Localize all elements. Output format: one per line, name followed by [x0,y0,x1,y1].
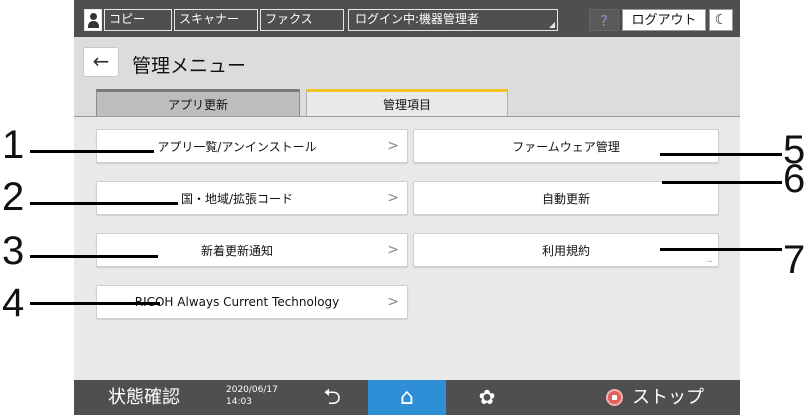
tab-scanner[interactable]: スキャナー [174,9,258,31]
callout-7: 7 [783,238,806,282]
home-icon[interactable]: ⌂ [368,380,446,415]
bottom-bar: 状態確認 2020/06/17 14:03 ⮌ ⌂ ✿ ストップ [74,380,740,415]
page-header: ← 管理メニュー [74,37,740,79]
callout-4: 4 [2,281,25,325]
tab-app-update[interactable]: アプリ更新 [96,89,300,116]
callout-line-3 [30,255,158,258]
stop-icon[interactable] [606,389,623,406]
menu-label: 国・地域/拡張コード [180,191,294,206]
help-icon[interactable]: ? [589,9,619,31]
stop-button[interactable]: ストップ [632,380,704,415]
menu-label: 新着更新通知 [200,243,273,258]
callout-6: 6 [783,157,806,201]
menu-country-region-extended-code[interactable]: 国・地域/拡張コード > [96,181,408,215]
logout-button[interactable]: ログアウト [622,9,706,31]
more-icon: ... [706,255,713,265]
top-bar: コピー スキャナー ファクス ログイン中:機器管理者 ? ログアウト ☾ [74,0,740,37]
back-button[interactable]: ← [83,47,119,77]
callout-3: 3 [2,229,25,273]
tab-fax[interactable]: ファクス [260,9,344,31]
tab-admin-items[interactable]: 管理項目 [306,89,508,116]
callout-2: 2 [2,175,25,219]
callout-line-4 [30,302,160,305]
menu-label: 自動更新 [541,191,590,206]
chevron-right-icon: > [387,294,399,310]
callout-line-1 [30,150,154,153]
menu-label: アプリ一覧/アンインストール [157,139,317,154]
date-time: 2020/06/17 14:03 [226,384,278,408]
login-status[interactable]: ログイン中:機器管理者 [348,9,558,31]
callout-line-5 [660,153,782,156]
chevron-right-icon: > [387,190,399,206]
chevron-right-icon: > [387,138,399,154]
callout-line-7 [660,248,782,251]
menu-auto-update[interactable]: 自動更新 [413,181,719,215]
device-screen: コピー スキャナー ファクス ログイン中:機器管理者 ? ログアウト ☾ ← 管… [74,0,740,415]
callout-line-2 [30,202,178,205]
settings-gear-icon[interactable]: ✿ [452,380,522,415]
date-text: 2020/06/17 [226,385,278,395]
moon-icon[interactable]: ☾ [709,9,733,31]
user-icon[interactable] [84,9,102,31]
login-status-text: ログイン中:機器管理者 [355,12,480,26]
tab-copy[interactable]: コピー [104,9,172,31]
menu-panel: アプリ一覧/アンインストール > 国・地域/拡張コード > 新着更新通知 > R… [74,117,740,380]
menu-label: ファームウェア管理 [512,139,620,154]
callout-1: 1 [2,123,25,167]
resize-corner-icon [549,22,555,28]
time-text: 14:03 [226,397,252,407]
callout-line-6 [662,181,782,184]
menu-firmware-management[interactable]: ファームウェア管理 [413,129,719,163]
page-title: 管理メニュー [132,55,247,77]
menu-app-list-uninstall[interactable]: アプリ一覧/アンインストール > [96,129,408,163]
figure-root: 1 2 3 4 5 6 7 コピー スキャナー ファクス ログイン中:機器管理者… [0,0,811,415]
chevron-right-icon: > [387,242,399,258]
menu-new-update-notification[interactable]: 新着更新通知 > [96,233,408,267]
return-icon[interactable]: ⮌ [302,380,362,415]
status-check-button[interactable]: 状態確認 [74,380,214,415]
